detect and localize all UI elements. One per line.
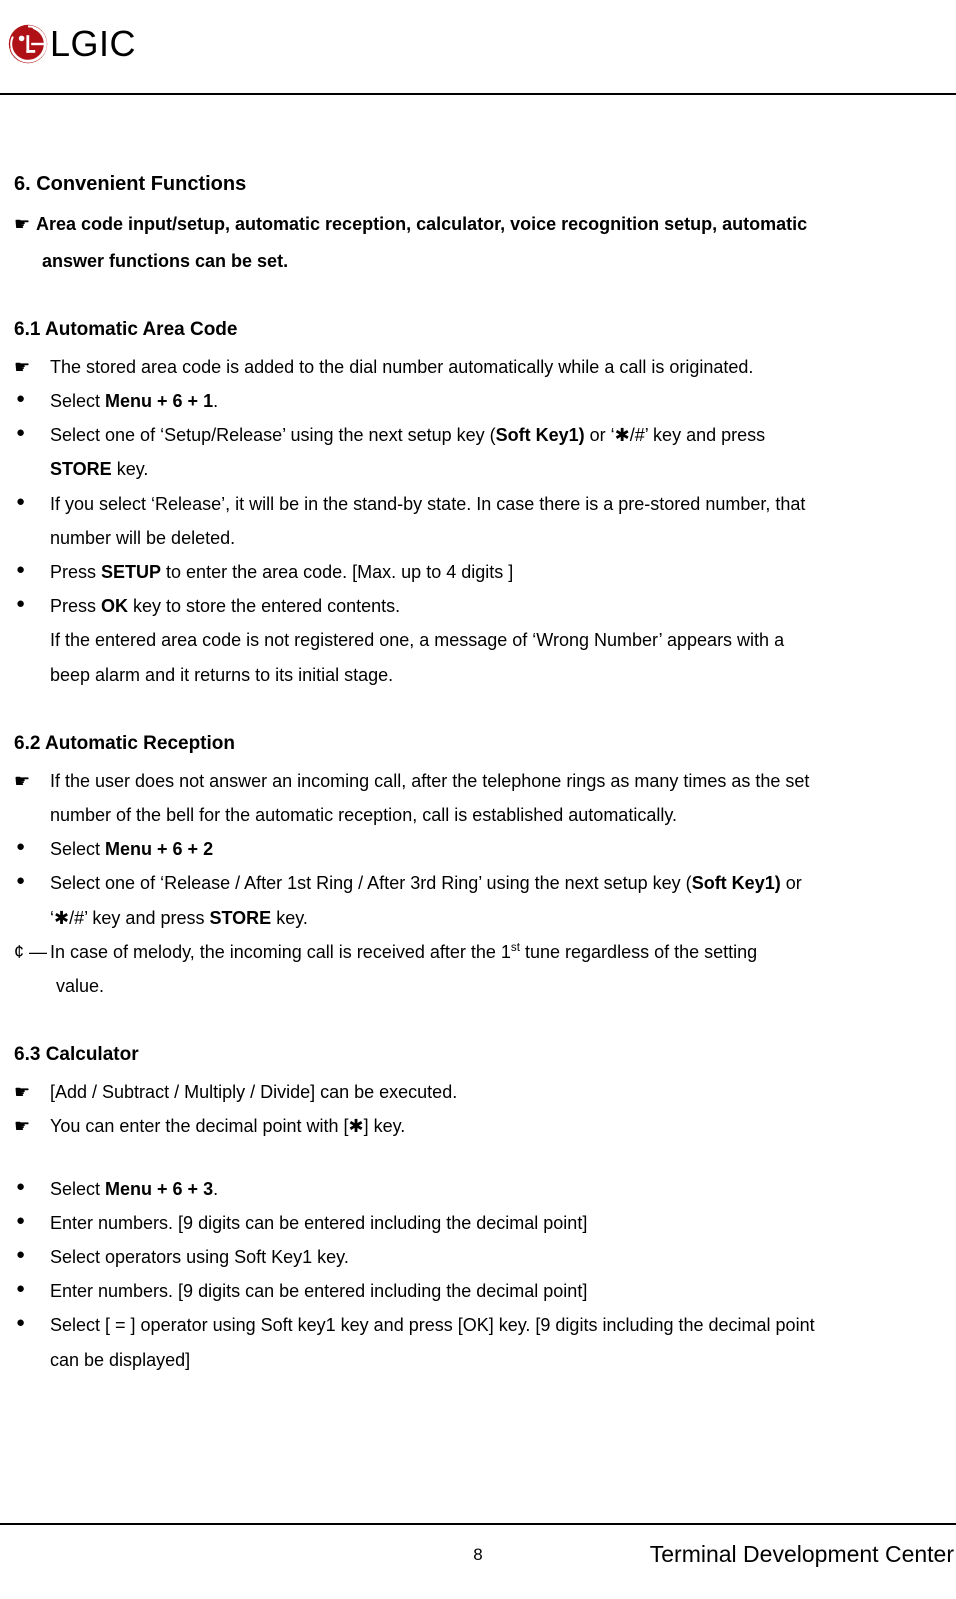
s61-note-line2: beep alarm and it returns to its initial… [14, 658, 942, 692]
text: tune regardless of the setting [520, 942, 757, 962]
page-header: LGIC [0, 0, 956, 95]
store-key-label: STORE [210, 908, 272, 928]
note-mark-icon: ¢ — [14, 935, 50, 969]
s62-note-line1: In case of melody, the incoming call is … [50, 935, 942, 969]
s62-step2-line2: ‘✱/#’ key and press STORE key. [14, 901, 942, 935]
bullet-icon: ● [14, 384, 50, 414]
text: or ‘✱/#’ key and press [585, 425, 766, 445]
s62-step2-line1: Select one of ‘Release / After 1st Ring … [50, 866, 942, 900]
section-6-title: 6. Convenient Functions [14, 165, 942, 203]
s61-step3-line2: number will be deleted. [14, 521, 942, 555]
s61-step1: Select Menu + 6 + 1. [50, 384, 942, 418]
s61-step2-line2: STORE key. [14, 452, 942, 486]
bullet-icon: ● [14, 1308, 50, 1338]
s61-desc: The stored area code is added to the dia… [50, 350, 942, 384]
text: . [213, 1179, 218, 1199]
s62-desc-line1: If the user does not answer an incoming … [50, 764, 942, 798]
menu-path: Menu + 6 + 3 [105, 1179, 213, 1199]
lg-logo-icon [8, 24, 48, 64]
s61-step2-line1: Select one of ‘Setup/Release’ using the … [50, 418, 942, 452]
pointer-icon: ☛ [14, 1109, 50, 1143]
text: Select [50, 839, 105, 859]
bullet-icon: ● [14, 589, 50, 619]
s63-step1: Select Menu + 6 + 3. [50, 1172, 942, 1206]
text: Select [50, 391, 105, 411]
setup-key-label: SETUP [101, 562, 161, 582]
section-6-2-title: 6.2 Automatic Reception [14, 726, 942, 762]
text: key to store the entered contents. [128, 596, 400, 616]
text: Select [50, 1179, 105, 1199]
document-body: 6. Convenient Functions ☛ Area code inpu… [0, 95, 956, 1376]
section-6-1-title: 6.1 Automatic Area Code [14, 312, 942, 348]
s63-step5-line1: Select [ = ] operator using Soft key1 ke… [50, 1308, 942, 1342]
section-intro-line1: Area code input/setup, automatic recepti… [36, 207, 807, 241]
s61-step5: Press OK key to store the entered conten… [50, 589, 942, 623]
text: key. [112, 459, 149, 479]
text: Select one of ‘Release / After 1st Ring … [50, 873, 692, 893]
bullet-icon: ● [14, 1172, 50, 1202]
softkey-label: Soft Key1) [692, 873, 781, 893]
ok-key-label: OK [101, 596, 128, 616]
bullet-icon: ● [14, 1274, 50, 1304]
s61-note-line1: If the entered area code is not register… [14, 623, 942, 657]
s63-desc2: You can enter the decimal point with [✱]… [50, 1109, 942, 1143]
pointer-icon: ☛ [14, 207, 36, 241]
s63-step2: Enter numbers. [9 digits can be entered … [50, 1206, 942, 1240]
bullet-icon: ● [14, 555, 50, 585]
section-intro-line2: answer functions can be set. [14, 244, 942, 278]
text: Select one of ‘Setup/Release’ using the … [50, 425, 496, 445]
superscript: st [511, 941, 520, 954]
text: Press [50, 596, 101, 616]
s63-step4: Enter numbers. [9 digits can be entered … [50, 1274, 942, 1308]
menu-path: Menu + 6 + 1 [105, 391, 213, 411]
bullet-icon: ● [14, 487, 50, 517]
footer-org: Terminal Development Center [650, 1533, 954, 1577]
bullet-icon: ● [14, 866, 50, 896]
s62-note-line2: value. [14, 969, 942, 1003]
s63-desc1: [Add / Subtract / Multiply / Divide] can… [50, 1075, 942, 1109]
menu-path: Menu + 6 + 2 [105, 839, 213, 859]
pointer-icon: ☛ [14, 764, 50, 798]
pointer-icon: ☛ [14, 350, 50, 384]
brand-text: LGIC [50, 10, 136, 78]
bullet-icon: ● [14, 1206, 50, 1236]
s62-desc-line2: number of the bell for the automatic rec… [14, 798, 942, 832]
text: key. [271, 908, 308, 928]
text: In case of melody, the incoming call is … [50, 942, 511, 962]
s62-step1: Select Menu + 6 + 2 [50, 832, 942, 866]
text: to enter the area code. [Max. up to 4 di… [161, 562, 513, 582]
page-footer: 8 Terminal Development Center [0, 1523, 956, 1577]
store-key-label: STORE [50, 459, 112, 479]
softkey-label: Soft Key1) [496, 425, 585, 445]
bullet-icon: ● [14, 418, 50, 448]
bullet-icon: ● [14, 832, 50, 862]
s63-step5-line2: can be displayed] [14, 1343, 942, 1377]
bullet-icon: ● [14, 1240, 50, 1270]
s61-step4: Press SETUP to enter the area code. [Max… [50, 555, 942, 589]
section-6-3-title: 6.3 Calculator [14, 1037, 942, 1073]
text: . [213, 391, 218, 411]
pointer-icon: ☛ [14, 1075, 50, 1109]
text: Press [50, 562, 101, 582]
text: ‘✱/#’ key and press [50, 908, 210, 928]
s63-step3: Select operators using Soft Key1 key. [50, 1240, 942, 1274]
text: or [781, 873, 802, 893]
s61-step3-line1: If you select ‘Release’, it will be in t… [50, 487, 942, 521]
